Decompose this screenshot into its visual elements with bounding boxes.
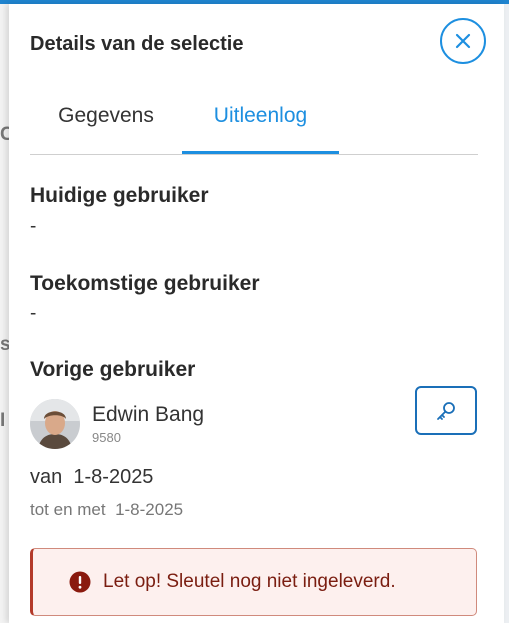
close-button[interactable] — [440, 18, 486, 64]
current-user-value: - — [30, 216, 37, 237]
background-text: C — [0, 124, 9, 145]
current-user-heading: Huidige gebruiker — [30, 184, 209, 207]
from-label: van — [30, 466, 63, 488]
loan-to-row: tot en met 1-8-2025 — [30, 500, 183, 520]
key-button[interactable] — [415, 386, 477, 435]
from-date: 1-8-2025 — [73, 466, 154, 488]
future-user-heading: Toekomstige gebruiker — [30, 272, 260, 295]
tab-bar: Gegevens Uitleenlog — [30, 104, 478, 155]
panel-title: Details van de selectie — [30, 33, 244, 55]
avatar — [30, 399, 80, 449]
details-panel: Details van de selectie Gegevens Uitleen… — [9, 4, 504, 623]
to-date: 1-8-2025 — [115, 500, 184, 519]
background-page: C s I — [0, 0, 9, 623]
tab-gegevens[interactable]: Gegevens — [30, 104, 182, 152]
exclamation-icon — [69, 571, 91, 593]
close-icon — [455, 33, 471, 49]
tab-uitleenlog[interactable]: Uitleenlog — [182, 104, 339, 154]
background-text: s — [0, 334, 9, 355]
warning-alert: Let op! Sleutel nog niet ingeleverd. — [30, 548, 477, 616]
previous-user-id: 9580 — [92, 430, 121, 445]
key-icon — [437, 401, 455, 420]
background-edge — [504, 0, 509, 623]
background-text: I — [0, 410, 6, 431]
previous-user-name: Edwin Bang — [92, 403, 205, 426]
previous-user-heading: Vorige gebruiker — [30, 358, 196, 381]
loan-from-row: van 1-8-2025 — [30, 466, 153, 489]
alert-text: Let op! Sleutel nog niet ingeleverd. — [103, 571, 396, 592]
to-label: tot en met — [30, 500, 106, 519]
future-user-value: - — [30, 303, 37, 324]
